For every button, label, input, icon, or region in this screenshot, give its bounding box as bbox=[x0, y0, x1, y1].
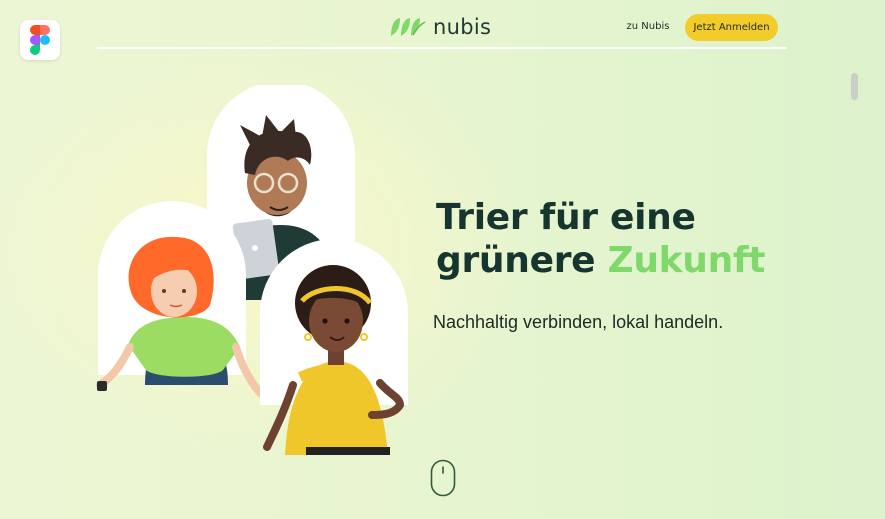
scrollbar-thumb[interactable] bbox=[851, 73, 858, 100]
hero-headline: Trier für eine grünere Zukunft bbox=[436, 196, 856, 282]
logo-wordmark: nubis bbox=[433, 15, 492, 39]
leaf-logo-icon bbox=[391, 18, 426, 36]
headline-line-2: grünere bbox=[436, 240, 608, 281]
header-divider bbox=[97, 47, 787, 49]
hero-illustration bbox=[96, 85, 408, 455]
headline-line-1: Trier für eine bbox=[436, 197, 696, 238]
signup-button[interactable]: Jetzt Anmelden bbox=[685, 14, 778, 41]
nubis-logo[interactable]: nubis bbox=[389, 14, 491, 40]
headline-accent: Zukunft bbox=[607, 240, 766, 281]
figma-icon[interactable] bbox=[20, 20, 60, 60]
mouse-scroll-icon[interactable] bbox=[430, 459, 456, 497]
nav-link-zu-nubis[interactable]: zu Nubis bbox=[620, 20, 676, 34]
hero-subline: Nachhaltig verbinden, lokal handeln. bbox=[433, 312, 724, 332]
